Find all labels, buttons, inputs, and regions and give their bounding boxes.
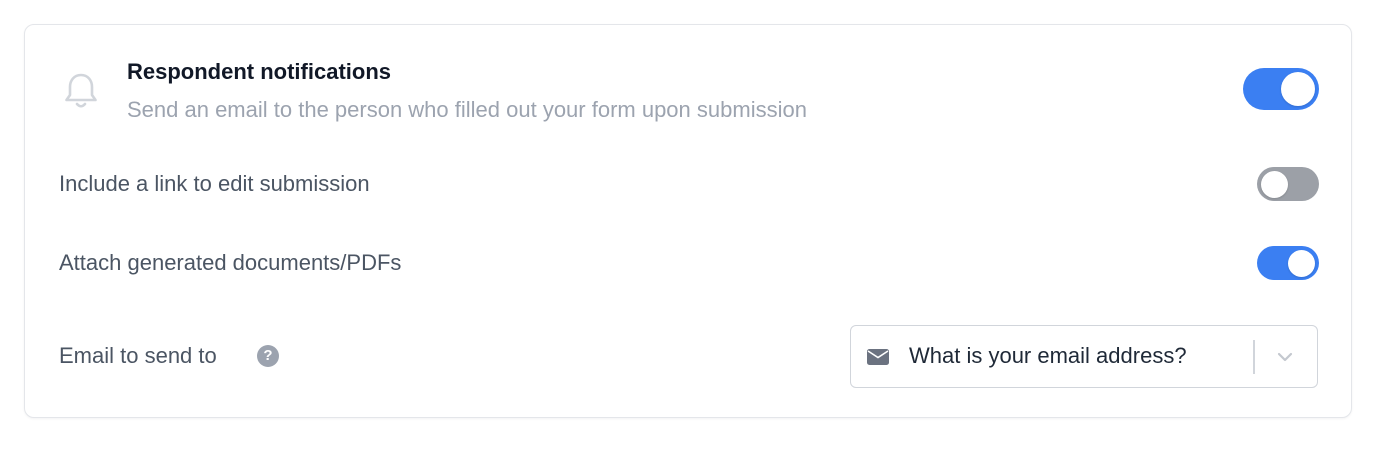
toggle-knob [1261, 170, 1288, 198]
bell-icon [65, 73, 97, 108]
section-description: Send an email to the person who filled o… [127, 97, 807, 122]
chevron-down-icon[interactable] [1275, 348, 1295, 366]
toggle-knob [1288, 249, 1315, 277]
envelope-icon [867, 349, 889, 365]
include-edit-link-toggle[interactable] [1257, 167, 1319, 201]
select-divider [1253, 340, 1255, 374]
toggle-knob [1281, 72, 1315, 106]
respondent-notifications-toggle[interactable] [1243, 68, 1319, 110]
email-to-send-to-label: Email to send to [59, 343, 217, 368]
attach-documents-label: Attach generated documents/PDFs [59, 250, 402, 275]
question-circle-icon[interactable]: ? [257, 345, 279, 367]
email-field-select[interactable]: What is your email address? [850, 325, 1318, 388]
selected-question: What is your email address? [909, 343, 1187, 368]
respondent-notifications-card: Respondent notifications Send an email t… [24, 24, 1352, 418]
attach-documents-toggle[interactable] [1257, 246, 1319, 280]
include-edit-link-label: Include a link to edit submission [59, 171, 370, 196]
section-title: Respondent notifications [127, 59, 391, 84]
